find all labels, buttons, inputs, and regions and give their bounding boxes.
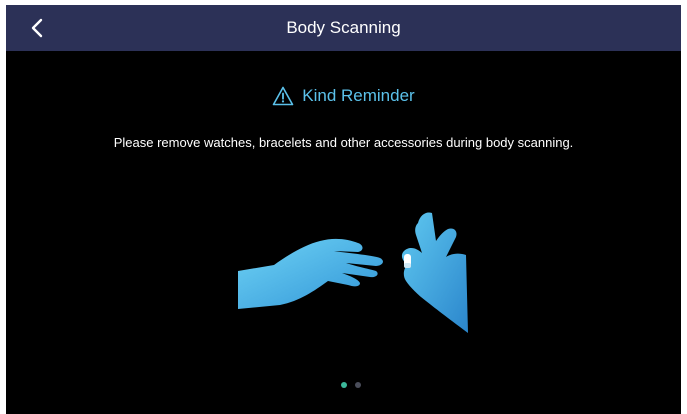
app-screen: Body Scanning Kind Reminder Please remov… [6, 5, 681, 414]
page-indicator [340, 380, 370, 390]
page-dot-2[interactable] [355, 382, 361, 388]
back-button[interactable] [22, 12, 56, 44]
warning-triangle-icon [272, 86, 294, 106]
reminder-title: Kind Reminder [302, 86, 415, 105]
device-frame: Body Scanning Kind Reminder Please remov… [0, 0, 687, 414]
hands-removing-ring-icon [238, 212, 468, 333]
chevron-left-icon [31, 18, 43, 38]
header-bar: Body Scanning [6, 5, 681, 51]
page-title: Body Scanning [286, 18, 401, 37]
page-dot-1[interactable] [341, 382, 347, 388]
reminder-heading: Kind Reminder [6, 83, 681, 109]
reminder-message: Please remove watches, bracelets and oth… [113, 135, 574, 150]
